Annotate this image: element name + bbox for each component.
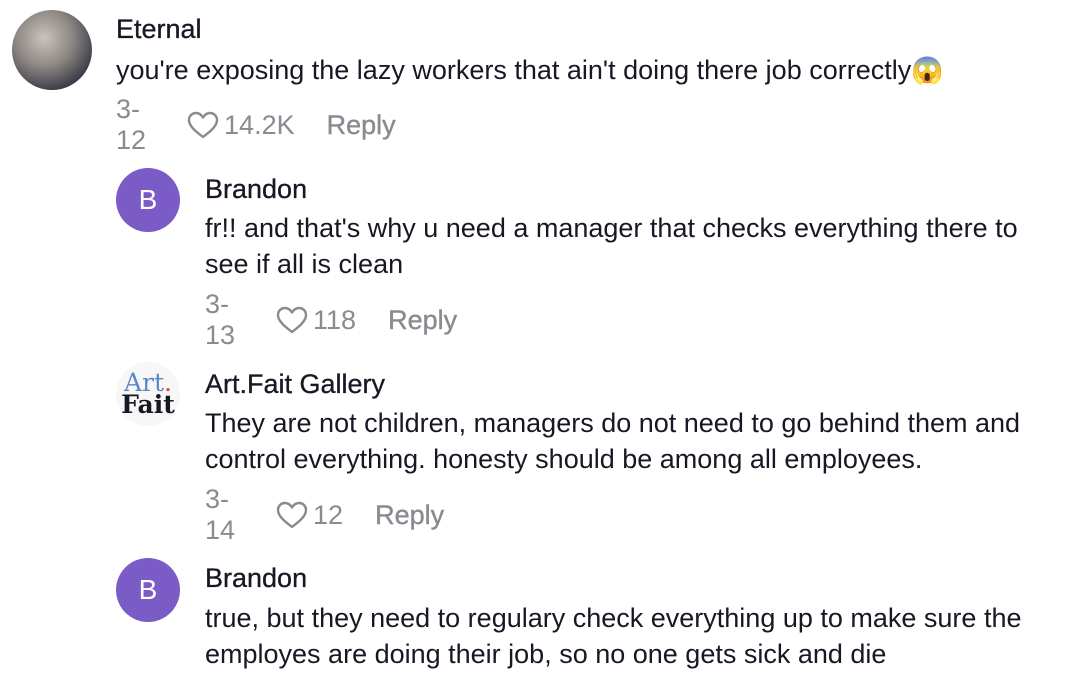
- user-avatar[interactable]: B: [116, 168, 180, 232]
- comment-text-body: you're exposing the lazy workers that ai…: [116, 55, 912, 85]
- scream-emoji-icon: 😱: [911, 55, 944, 85]
- like-count: 14.2K: [224, 109, 295, 140]
- comment-text: They are not children, managers do not n…: [205, 408, 1021, 474]
- comment-username[interactable]: Brandon: [205, 174, 307, 205]
- comment-date: 3-14: [205, 484, 236, 545]
- comment-text: you're exposing the lazy workers that ai…: [116, 52, 1056, 88]
- comment-date: 3-13: [205, 289, 236, 350]
- comment-date: 3-12: [116, 94, 147, 155]
- comment-meta: 3-12 14.2K Reply: [116, 94, 396, 156]
- comment-text: fr!! and that's why u need a manager tha…: [205, 213, 1018, 279]
- reply-button[interactable]: Reply: [326, 109, 395, 141]
- comment-username[interactable]: Eternal: [116, 14, 202, 45]
- user-avatar[interactable]: Art. Fait: [116, 362, 180, 426]
- like-count: 118: [313, 304, 357, 335]
- avatar-logo-top: Art.: [123, 368, 172, 397]
- heart-outline-icon: [276, 501, 308, 529]
- like-button[interactable]: 118: [275, 305, 356, 336]
- heart-outline-icon: [276, 306, 308, 334]
- avatar-initial: B: [138, 574, 158, 605]
- avatar-initial: B: [138, 184, 158, 215]
- like-button[interactable]: 14.2K: [186, 110, 295, 141]
- user-avatar[interactable]: [12, 10, 92, 90]
- like-button[interactable]: 12: [275, 500, 343, 531]
- reply-button[interactable]: Reply: [375, 499, 444, 531]
- comment-text: true, but they need to regulary check ev…: [205, 603, 1022, 669]
- reply-button[interactable]: Reply: [388, 304, 457, 336]
- comment-username[interactable]: Art.Fait Gallery: [205, 369, 385, 400]
- comment-username[interactable]: Brandon: [205, 563, 307, 594]
- user-avatar[interactable]: B: [116, 558, 180, 622]
- avatar-logo-bottom: Fait: [121, 390, 175, 419]
- heart-outline-icon: [187, 111, 219, 139]
- like-count: 12: [313, 499, 344, 530]
- comment-meta: 3-14 12 Reply: [205, 484, 444, 546]
- comment-meta: 3-13 118 Reply: [205, 289, 457, 351]
